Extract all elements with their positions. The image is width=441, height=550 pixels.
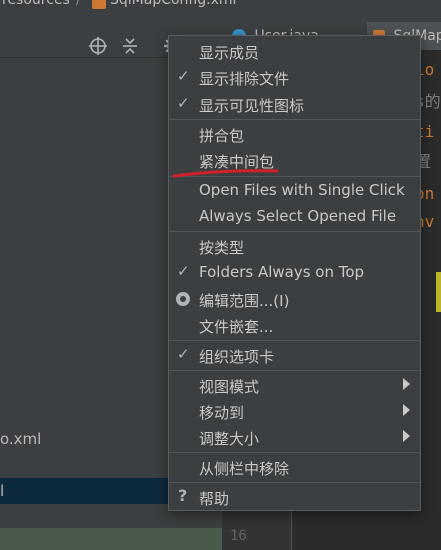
tree-item-selected-label: l — [0, 482, 5, 500]
breadcrumb: resources / SqlMapConfig.xml — [0, 0, 441, 12]
menu-item-resize[interactable]: 调整大小 — [169, 424, 420, 450]
menu-separator — [169, 119, 420, 120]
menu-separator — [169, 340, 420, 341]
menu-item-show-members[interactable]: 显示成员 — [169, 38, 420, 64]
menu-item-file-nesting[interactable]: 文件嵌套... — [169, 312, 420, 338]
tree-item-xml[interactable]: o.xml — [0, 430, 41, 448]
menu-separator — [169, 231, 420, 232]
help-icon: ? — [178, 486, 188, 505]
menu-item-edit-scopes[interactable]: 编辑范围...(I) — [169, 286, 420, 312]
menu-separator — [169, 482, 420, 483]
check-icon: ✓ — [177, 345, 190, 363]
red-underline-annotation — [172, 169, 279, 178]
status-strip — [0, 528, 222, 550]
line-number: 16 — [230, 528, 247, 544]
breadcrumb-folder[interactable]: resources — [2, 0, 70, 8]
menu-item-move-to[interactable]: 移动到 — [169, 398, 420, 424]
marker-bar — [436, 272, 441, 312]
radio-selected-icon — [176, 292, 190, 306]
menu-item-group-tabs[interactable]: ✓ 组织选项卡 — [169, 342, 420, 368]
menu-item-show-visibility-icons[interactable]: ✓ 显示可见性图标 — [169, 91, 420, 117]
menu-item-view-mode[interactable]: 视图模式 — [169, 372, 420, 398]
menu-item-flatten-packages[interactable]: 拼合包 — [169, 121, 420, 147]
menu-item-open-single-click[interactable]: Open Files with Single Click — [169, 177, 420, 203]
menu-item-show-excluded-files[interactable]: ✓ 显示排除文件 — [169, 64, 420, 90]
submenu-arrow-icon — [403, 404, 410, 416]
breadcrumb-separator: / — [76, 0, 81, 8]
submenu-arrow-icon — [403, 430, 410, 442]
submenu-arrow-icon — [403, 378, 410, 390]
collapse-icon[interactable] — [120, 36, 140, 56]
target-icon[interactable] — [88, 36, 108, 56]
menu-item-help[interactable]: ? 帮助 — [169, 484, 420, 510]
xml-file-icon — [92, 0, 106, 9]
check-icon: ✓ — [177, 262, 190, 280]
check-icon: ✓ — [177, 67, 190, 85]
tool-window-options-menu: 显示成员 ✓ 显示排除文件 ✓ 显示可见性图标 拼合包 紧凑中间包 Open F… — [168, 35, 421, 511]
menu-item-remove-from-sidebar[interactable]: 从侧栏中移除 — [169, 454, 420, 480]
menu-item-sort-by-type[interactable]: 按类型 — [169, 233, 420, 259]
breadcrumb-file[interactable]: SqlMapConfig.xml — [110, 0, 236, 8]
menu-separator — [169, 370, 420, 371]
menu-item-folders-on-top[interactable]: ✓ Folders Always on Top — [169, 259, 420, 285]
menu-separator — [169, 452, 420, 453]
menu-item-always-select-opened[interactable]: Always Select Opened File — [169, 203, 420, 229]
check-icon: ✓ — [177, 94, 190, 112]
